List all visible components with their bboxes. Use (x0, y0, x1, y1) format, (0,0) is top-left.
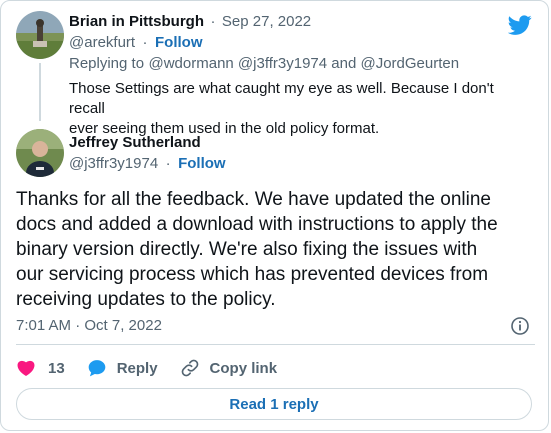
reply-follow-separator: · (142, 34, 148, 51)
tweet-card: Brian in Pittsburgh · Sep 27, 2022 @arek… (0, 0, 549, 431)
replying-to: Replying to @wdormann @j3ffr3y1974 and @… (69, 55, 459, 73)
link-icon (181, 359, 198, 377)
read-replies-label: Read 1 reply (229, 395, 319, 413)
copy-link-label: Copy link (209, 359, 278, 377)
avatar-brian[interactable] (16, 11, 64, 59)
thread-connector-line (39, 63, 41, 121)
main-text-line: receiving updates to the policy. (16, 289, 276, 310)
main-handle[interactable]: @j3ffr3y1974 (69, 155, 158, 172)
main-tweet-text: Thanks for all the feedback. We have upd… (16, 187, 536, 312)
main-text-line: binary version directly. We're also fixi… (16, 239, 478, 260)
reply-label: Reply (116, 359, 158, 377)
reply-follow-button[interactable]: Follow (155, 34, 203, 51)
main-author-name[interactable]: Jeffrey Sutherland (69, 134, 201, 151)
main-text-line: Thanks for all the feedback. We have upd… (16, 189, 491, 210)
main-follow-separator: · (165, 155, 171, 172)
divider (16, 344, 535, 345)
reply-button[interactable]: Reply (87, 358, 158, 378)
reply-separator: · (210, 13, 216, 30)
replying-mentions[interactable]: @wdormann @j3ffr3y1974 and @JordGeurten (149, 55, 460, 72)
reply-author-name[interactable]: Brian in Pittsburgh (69, 13, 204, 30)
reply-tweet-text: Those Settings are what caught my eye as… (69, 79, 529, 139)
main-follow-button[interactable]: Follow (178, 155, 226, 172)
main-header: Jeffrey Sutherland (69, 134, 201, 152)
copy-link-button[interactable]: Copy link (180, 358, 278, 378)
info-icon[interactable] (510, 316, 530, 336)
reply-handle[interactable]: @arekfurt (69, 34, 135, 51)
heart-icon (17, 360, 35, 376)
replying-prefix: Replying to (69, 55, 145, 72)
tweet-timestamp[interactable]: 7:01 AM · Oct 7, 2022 (16, 317, 162, 334)
like-count: 13 (48, 359, 65, 377)
read-replies-button[interactable]: Read 1 reply (16, 388, 532, 420)
main-text-line: our servicing process which has prevente… (16, 264, 489, 285)
action-bar: 13 Reply Copy link (16, 356, 299, 380)
avatar-jeffrey[interactable] (16, 129, 64, 177)
avatar-brian-image (16, 11, 64, 59)
main-handle-row: @j3ffr3y1974 · Follow (69, 155, 226, 173)
reply-date[interactable]: Sep 27, 2022 (222, 13, 311, 30)
twitter-bird-icon[interactable] (508, 13, 532, 37)
reply-handle-row: @arekfurt · Follow (69, 34, 203, 52)
reply-header: Brian in Pittsburgh · Sep 27, 2022 (69, 13, 311, 31)
reply-text-line: Those Settings are what caught my eye as… (69, 80, 494, 117)
reply-bubble-icon (88, 360, 106, 377)
avatar-jeffrey-image (16, 129, 64, 177)
like-button[interactable]: 13 (16, 358, 65, 378)
main-text-line: docs and added a download with instructi… (16, 214, 498, 235)
